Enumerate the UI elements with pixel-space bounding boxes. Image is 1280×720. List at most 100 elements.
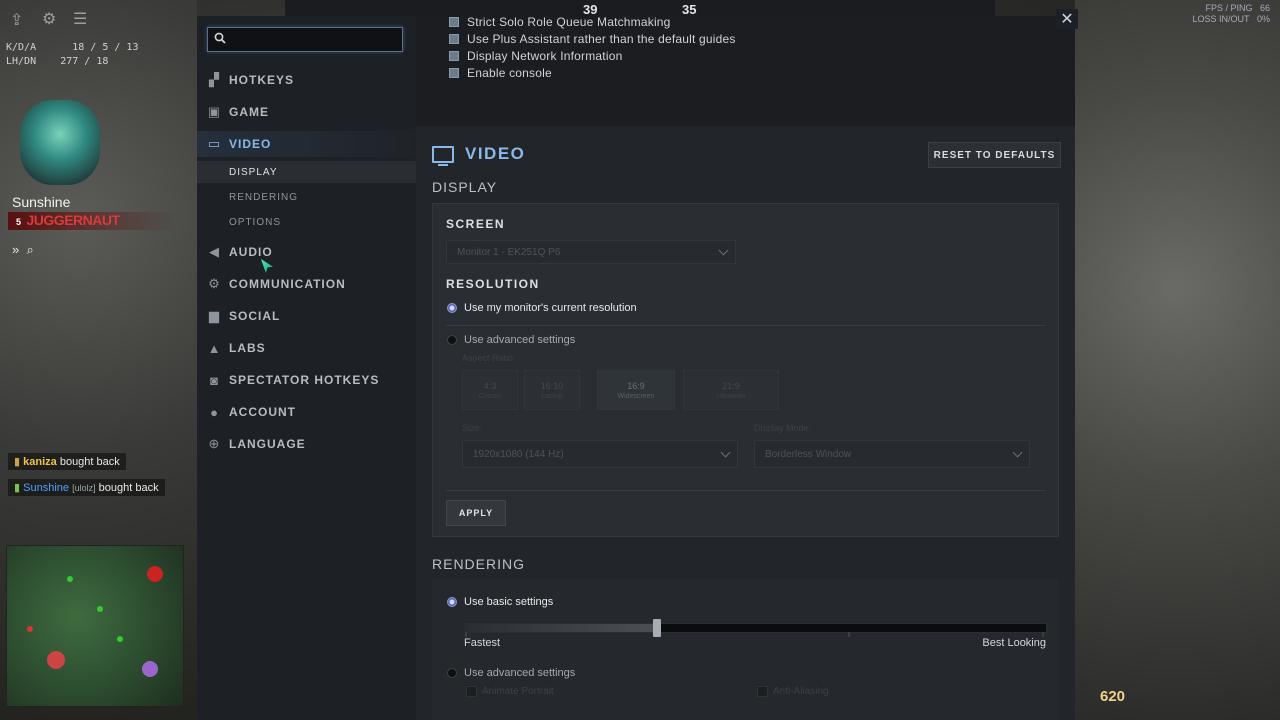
nav-item-language[interactable]: ⊕ LANGUAGE xyxy=(197,431,416,457)
slider-fill xyxy=(465,624,657,632)
slider-max-label: Best Looking xyxy=(982,637,1046,649)
size-label: Size: xyxy=(462,423,483,433)
lhdn-value: 277 / 18 xyxy=(60,56,109,67)
nav-item-labs[interactable]: ▲ LABS xyxy=(197,335,416,361)
close-button[interactable]: ✕ xyxy=(1056,9,1078,29)
aspect-ratio-name: Classic xyxy=(478,392,502,400)
animate-portrait-label: Animate Portrait xyxy=(482,686,554,697)
hero-portrait xyxy=(20,100,100,185)
aspect-ratio-value: 21:9 xyxy=(722,380,740,391)
aspect-ratio-name: Ultrawide xyxy=(716,392,746,400)
radio-advanced-rendering[interactable]: Use advanced settings xyxy=(447,667,575,679)
slider-handle[interactable] xyxy=(652,619,661,637)
checkbox[interactable] xyxy=(449,67,459,78)
settings-content: Strict Solo Role Queue Matchmaking Use P… xyxy=(416,13,1075,720)
game-background-right xyxy=(1075,0,1280,720)
checkbox[interactable] xyxy=(466,686,477,697)
nav-item-communication[interactable]: ⚙ COMMUNICATION xyxy=(197,271,416,297)
radio-basic-rendering[interactable]: Use basic settings xyxy=(447,596,553,608)
minimap-hero-marker xyxy=(147,566,163,582)
nav-sub-label: RENDERING xyxy=(229,191,299,203)
radio-label: Use basic settings xyxy=(464,596,554,608)
nav-item-spectator-hotkeys[interactable]: ◙ SPECTATOR HOTKEYS xyxy=(197,367,416,393)
resolution-label: RESOLUTION xyxy=(446,277,540,291)
slider-min-label: Fastest xyxy=(464,637,501,649)
hud-quick-icons: » ⌕ xyxy=(12,242,34,258)
nav-item-label: LANGUAGE xyxy=(229,437,306,451)
radio-advanced-resolution[interactable]: Use advanced settings xyxy=(447,334,575,346)
monitor-icon xyxy=(432,145,454,166)
checkbox[interactable] xyxy=(757,686,768,697)
nav-item-audio[interactable]: ◀ AUDIO xyxy=(197,239,416,265)
settings-gear-icon[interactable]: ⚙ xyxy=(42,9,56,29)
settings-sidebar: ▞ HOTKEYS ▣ GAME ▭ VIDEO DISPLAY RENDERI… xyxy=(197,16,416,720)
apply-button[interactable]: APPLY xyxy=(446,500,506,526)
flask-icon: ▲ xyxy=(207,340,221,356)
game-options-tail: Strict Solo Role Queue Matchmaking Use P… xyxy=(416,13,1075,126)
slider-tick xyxy=(848,632,850,637)
radio-label: Use advanced settings xyxy=(464,334,576,346)
minimap-unit-dot xyxy=(67,576,73,582)
radio-button[interactable] xyxy=(447,303,457,313)
fps-value: 66 xyxy=(1259,3,1270,13)
upgrade-icon[interactable]: ⇪ xyxy=(10,10,23,30)
nav-sub-label: OPTIONS xyxy=(229,216,282,228)
radio-button[interactable] xyxy=(447,668,457,678)
nav-item-label: LABS xyxy=(229,341,266,355)
quality-slider[interactable] xyxy=(464,619,1047,637)
menu-icon[interactable]: ☰ xyxy=(73,9,87,29)
search-input[interactable] xyxy=(232,27,402,52)
aspect-option-16-9[interactable]: 16:9 Widescreen xyxy=(597,370,675,410)
reset-to-defaults-button[interactable]: RESET TO DEFAULTS xyxy=(928,142,1061,168)
nav-item-label: GAME xyxy=(229,105,269,119)
aspect-option-16-10[interactable]: 16:10 Laptop xyxy=(524,370,580,410)
hero-level: 5 xyxy=(16,217,21,227)
size-select-value: 1920x1080 (144 Hz) xyxy=(473,448,564,460)
screen-select[interactable]: Monitor 1 - EK251Q P6 xyxy=(446,240,736,264)
kda-panel: K/D/A 18 / 5 / 13 LH/DN 277 / 18 xyxy=(6,41,138,69)
checkbox-row[interactable]: Strict Solo Role Queue Matchmaking xyxy=(449,13,671,30)
nav-sub-label: DISPLAY xyxy=(229,166,278,178)
nav-sub-options[interactable]: OPTIONS xyxy=(197,211,416,233)
nav-item-game[interactable]: ▣ GAME xyxy=(197,99,416,125)
checkbox-row[interactable]: Display Network Information xyxy=(449,47,622,64)
nav-item-label: COMMUNICATION xyxy=(229,277,346,291)
radio-label: Use my monitor's current resolution xyxy=(464,302,637,314)
checkbox-label: Enable console xyxy=(467,65,552,80)
loss-label: LOSS IN/OUT xyxy=(1192,14,1250,24)
divider xyxy=(446,325,1046,326)
checkbox[interactable] xyxy=(449,33,459,44)
nav-item-account[interactable]: ● ACCOUNT xyxy=(197,399,416,425)
nav-item-social[interactable]: ▆ SOCIAL xyxy=(197,303,416,329)
killfeed-entry: ▮ Sunshine [ulolz] bought back xyxy=(8,479,165,496)
kda-label: K/D/A xyxy=(6,42,37,53)
radio-monitor-resolution[interactable]: Use my monitor's current resolution xyxy=(447,302,637,314)
checkbox-row[interactable]: Use Plus Assistant rather than the defau… xyxy=(449,30,736,47)
checkbox-row[interactable]: Enable console xyxy=(449,64,552,81)
aspect-option-4-3[interactable]: 4:3 Classic xyxy=(462,370,518,410)
killfeed-text: bought back xyxy=(98,482,159,494)
aspect-ratio-value: 16:10 xyxy=(540,380,564,391)
killfeed-entry: ▮ kaniza bought back xyxy=(8,453,126,470)
game-icon: ▣ xyxy=(207,104,221,119)
checkbox[interactable] xyxy=(449,50,459,61)
nav-sub-display[interactable]: DISPLAY xyxy=(197,161,416,183)
radio-label: Use advanced settings xyxy=(464,667,576,679)
nav-item-hotkeys[interactable]: ▞ HOTKEYS xyxy=(197,67,416,93)
display-settings-box: SCREEN Monitor 1 - EK251Q P6 RESOLUTION … xyxy=(432,203,1059,537)
nav-sub-rendering[interactable]: RENDERING xyxy=(197,186,416,208)
aspect-option-21-9[interactable]: 21:9 Ultrawide xyxy=(683,370,779,410)
size-select[interactable]: 1920x1080 (144 Hz) xyxy=(462,440,738,468)
search-box[interactable] xyxy=(207,27,403,52)
radio-button[interactable] xyxy=(447,597,457,607)
nav-item-video[interactable]: ▭ VIDEO xyxy=(197,131,416,157)
minimap-hero-marker xyxy=(142,661,158,677)
display-mode-select[interactable]: Borderless Window xyxy=(754,440,1030,468)
radio-button[interactable] xyxy=(447,335,457,345)
fast-forward-icon[interactable]: » xyxy=(12,242,19,257)
checkbox[interactable] xyxy=(449,16,459,27)
search-small-icon[interactable]: ⌕ xyxy=(26,242,33,257)
minimap[interactable] xyxy=(6,545,184,707)
fps-label: FPS / PING xyxy=(1205,3,1253,13)
loss-value: 0% xyxy=(1256,14,1270,24)
